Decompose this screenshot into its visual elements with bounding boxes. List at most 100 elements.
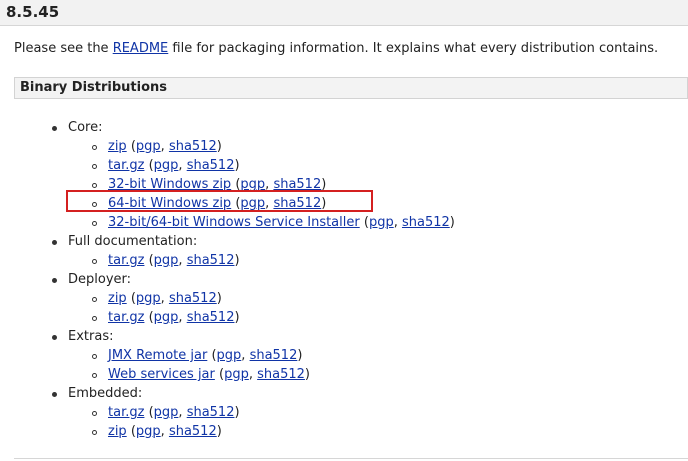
download-link[interactable]: tar.gz <box>108 253 144 268</box>
pgp-link[interactable]: pgp <box>136 424 161 439</box>
paren-open: ( <box>144 158 154 173</box>
comma-separator: , <box>160 424 169 439</box>
item-bullet <box>92 145 97 150</box>
group-label: Embedded: <box>68 386 143 401</box>
download-row: tar.gz (pgp, sha512) <box>108 308 240 327</box>
item-bullet <box>92 297 97 302</box>
group-label: Full documentation: <box>68 234 198 249</box>
paren-close: ) <box>234 253 240 268</box>
paren-open: ( <box>359 215 369 230</box>
sha512-link[interactable]: sha512 <box>402 215 450 230</box>
intro-text-before: Please see the <box>14 41 113 56</box>
group-label: Deployer: <box>68 272 132 287</box>
group-bullet <box>52 335 57 340</box>
pgp-link[interactable]: pgp <box>217 348 242 363</box>
intro-paragraph: Please see the README file for packaging… <box>14 41 658 56</box>
download-link[interactable]: 32-bit/64-bit Windows Service Installer <box>108 215 360 230</box>
download-link[interactable]: zip <box>108 139 127 154</box>
download-link[interactable]: tar.gz <box>108 310 144 325</box>
sha512-link[interactable]: sha512 <box>250 348 298 363</box>
comma-separator: , <box>178 158 187 173</box>
group-label: Extras: <box>68 329 114 344</box>
section-title: Binary Distributions <box>20 80 168 95</box>
pgp-link[interactable]: pgp <box>154 158 179 173</box>
paren-close: ) <box>234 405 240 420</box>
group-bullet <box>52 240 57 245</box>
paren-close: ) <box>304 367 310 382</box>
pgp-link[interactable]: pgp <box>154 253 179 268</box>
sha512-link[interactable]: sha512 <box>187 405 235 420</box>
pgp-link[interactable]: pgp <box>136 139 161 154</box>
sha512-link[interactable]: sha512 <box>169 291 217 306</box>
comma-separator: , <box>160 139 169 154</box>
intro-text-after: file for packaging information. It expla… <box>168 41 659 56</box>
group-bullet <box>52 278 57 283</box>
item-bullet <box>92 373 97 378</box>
sha512-link[interactable]: sha512 <box>187 310 235 325</box>
item-bullet <box>92 259 97 264</box>
download-row: 32-bit/64-bit Windows Service Installer … <box>108 213 455 232</box>
item-bullet <box>92 183 97 188</box>
download-row: tar.gz (pgp, sha512) <box>108 251 240 270</box>
paren-close: ) <box>297 348 303 363</box>
group-bullet <box>52 392 57 397</box>
group-label: Core: <box>68 120 103 135</box>
item-bullet <box>92 221 97 226</box>
group-bullet <box>52 126 57 131</box>
paren-close: ) <box>216 139 222 154</box>
comma-separator: , <box>178 310 187 325</box>
paren-open: ( <box>144 253 154 268</box>
paren-open: ( <box>207 348 217 363</box>
pgp-link[interactable]: pgp <box>224 367 249 382</box>
comma-separator: , <box>178 405 187 420</box>
item-bullet <box>92 164 97 169</box>
download-row: tar.gz (pgp, sha512) <box>108 403 240 422</box>
highlight-box <box>66 190 373 212</box>
paren-close: ) <box>234 310 240 325</box>
download-link[interactable]: tar.gz <box>108 405 144 420</box>
paren-open: ( <box>144 310 154 325</box>
item-bullet <box>92 411 97 416</box>
sha512-link[interactable]: sha512 <box>169 139 217 154</box>
comma-separator: , <box>393 215 402 230</box>
comma-separator: , <box>248 367 258 382</box>
paren-open: ( <box>126 291 136 306</box>
sha512-link[interactable]: sha512 <box>257 367 305 382</box>
item-bullet <box>92 430 97 435</box>
comma-separator: , <box>178 253 187 268</box>
item-bullet <box>92 354 97 359</box>
paren-open: ( <box>126 139 136 154</box>
pgp-link[interactable]: pgp <box>369 215 394 230</box>
paren-open: ( <box>144 405 154 420</box>
pgp-link[interactable]: pgp <box>154 310 179 325</box>
paren-open: ( <box>126 424 136 439</box>
comma-separator: , <box>160 291 169 306</box>
download-row: zip (pgp, sha512) <box>108 289 222 308</box>
paren-close: ) <box>216 424 222 439</box>
paren-close: ) <box>216 291 222 306</box>
paren-open: ( <box>214 367 225 382</box>
pgp-link[interactable]: pgp <box>136 291 161 306</box>
download-link[interactable]: JMX Remote jar <box>108 348 207 363</box>
download-row: Web services jar (pgp, sha512) <box>108 365 310 384</box>
download-link[interactable]: tar.gz <box>108 158 144 173</box>
sha512-link[interactable]: sha512 <box>187 253 235 268</box>
download-row: zip (pgp, sha512) <box>108 137 222 156</box>
section-header: Binary Distributions <box>14 77 688 99</box>
version-header: 8.5.45 <box>0 0 688 26</box>
sha512-link[interactable]: sha512 <box>187 158 235 173</box>
sha512-link[interactable]: sha512 <box>169 424 217 439</box>
download-link[interactable]: Web services jar <box>108 367 215 382</box>
download-link[interactable]: zip <box>108 424 127 439</box>
paren-close: ) <box>449 215 455 230</box>
paren-close: ) <box>234 158 240 173</box>
download-row: tar.gz (pgp, sha512) <box>108 156 240 175</box>
footer-divider <box>14 458 688 459</box>
download-row: JMX Remote jar (pgp, sha512) <box>108 346 302 365</box>
comma-separator: , <box>241 348 250 363</box>
version-title: 8.5.45 <box>6 3 60 21</box>
download-link[interactable]: zip <box>108 291 127 306</box>
download-row: zip (pgp, sha512) <box>108 422 222 441</box>
readme-link[interactable]: README <box>113 41 169 56</box>
pgp-link[interactable]: pgp <box>154 405 179 420</box>
